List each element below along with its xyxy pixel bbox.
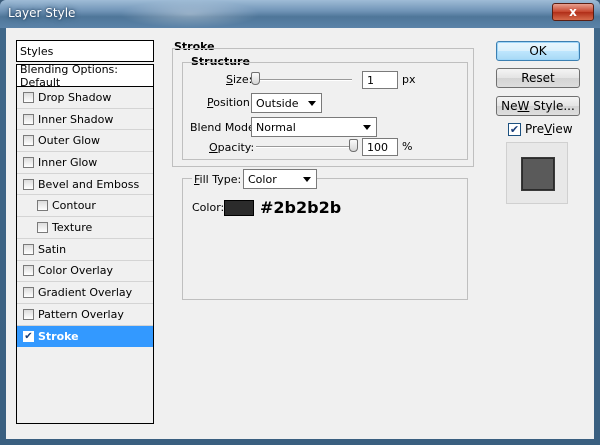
reset-button[interactable]: Reset — [496, 68, 580, 88]
style-item-label: Blending Options: Default — [20, 62, 118, 89]
style-checkbox[interactable] — [23, 287, 34, 299]
blend-mode-label: Blend Mode: — [190, 121, 259, 134]
position-label: Position: — [207, 96, 254, 109]
style-checkbox[interactable] — [23, 308, 34, 320]
style-checkbox[interactable] — [23, 265, 34, 277]
opacity-slider-track[interactable] — [256, 146, 358, 148]
style-checkbox[interactable] — [37, 200, 48, 212]
style-checkbox[interactable] — [23, 178, 34, 190]
position-select[interactable]: Outside — [251, 93, 322, 113]
style-item-label: Texture — [52, 220, 93, 234]
layer-style-window: Layer Style x Styles Blending Options: D… — [0, 0, 600, 445]
style-item-inner-glow[interactable]: Inner Glow — [17, 152, 153, 174]
size-input[interactable]: 1 — [362, 71, 398, 89]
style-item-label: Bevel and Emboss — [38, 177, 140, 191]
checkmark-icon: ✔ — [24, 330, 33, 342]
blend-mode-select[interactable]: Normal — [251, 117, 377, 137]
opacity-unit: % — [402, 140, 413, 153]
chevron-down-icon — [308, 101, 316, 106]
style-item-label: Inner Glow — [38, 155, 98, 169]
fill-type-label: Fill Type: — [192, 173, 244, 186]
size-label: Size: — [226, 73, 253, 86]
title-watermark — [120, 0, 260, 28]
opacity-input[interactable]: 100 — [362, 138, 398, 156]
size-slider-track[interactable] — [250, 79, 352, 81]
color-swatch[interactable] — [224, 200, 254, 216]
style-item-texture[interactable]: Texture — [17, 217, 153, 239]
close-icon: x — [569, 5, 577, 19]
style-item-bevel-and-emboss[interactable]: Bevel and Emboss — [17, 174, 153, 196]
opacity-label: Opacity: — [209, 141, 255, 154]
style-item-label: Stroke — [38, 329, 79, 343]
style-item-outer-glow[interactable]: Outer Glow — [17, 130, 153, 153]
style-item-gradient-overlay[interactable]: Gradient Overlay — [17, 282, 153, 304]
chevron-down-icon — [303, 177, 311, 182]
fill-type-select[interactable]: Color — [243, 169, 317, 189]
color-hex-value: #2b2b2b — [260, 198, 342, 217]
style-item-label: Contour — [52, 199, 96, 213]
style-item-pattern-overlay[interactable]: Pattern Overlay — [17, 304, 153, 326]
style-item-stroke[interactable]: ✔ Stroke — [17, 325, 153, 348]
opacity-slider-thumb[interactable] — [349, 139, 358, 152]
title-bar[interactable]: Layer Style x — [0, 0, 600, 28]
new-style-button[interactable]: NeW Style... — [496, 96, 580, 116]
color-label: Color: — [192, 201, 225, 214]
style-checkbox[interactable] — [23, 91, 34, 103]
styles-list: Blending Options: Default Drop Shadow Inne… — [16, 62, 154, 424]
style-item-drop-shadow[interactable]: Drop Shadow — [17, 87, 153, 109]
fill-type-group-box — [182, 178, 468, 300]
chevron-down-icon — [363, 125, 371, 130]
style-item-blending-options-default[interactable]: Blending Options: Default — [17, 62, 153, 89]
window-title: Layer Style — [8, 6, 76, 20]
preview-checkbox[interactable]: ✔ — [508, 122, 521, 136]
fill-type-value: Color — [248, 173, 277, 186]
style-checkbox[interactable] — [23, 156, 34, 168]
blend-mode-value: Normal — [256, 121, 296, 134]
position-value: Outside — [256, 97, 299, 110]
style-item-inner-shadow[interactable]: Inner Shadow — [17, 109, 153, 131]
style-checkbox[interactable]: ✔ — [23, 330, 34, 342]
size-slider-thumb[interactable] — [250, 72, 260, 85]
style-checkbox[interactable] — [23, 113, 34, 125]
style-item-label: Outer Glow — [38, 134, 101, 148]
style-item-label: Drop Shadow — [38, 90, 112, 104]
size-unit: px — [402, 73, 416, 86]
style-item-label: Satin — [38, 242, 67, 256]
close-button[interactable]: x — [552, 3, 594, 21]
preview-swatch — [522, 158, 554, 190]
checkmark-icon: ✔ — [509, 122, 520, 136]
preview-label: PreView — [525, 122, 573, 136]
preview-checkbox-row[interactable]: ✔ PreView — [508, 122, 573, 136]
styles-header[interactable]: Styles — [16, 40, 154, 62]
style-item-satin[interactable]: Satin — [17, 239, 153, 261]
style-item-label: Color Overlay — [38, 264, 113, 278]
style-item-label: Pattern Overlay — [38, 307, 124, 321]
style-item-label: Gradient Overlay — [38, 286, 133, 300]
ok-button[interactable]: OK — [496, 41, 580, 61]
styles-header-label: Styles — [20, 45, 54, 58]
style-item-color-overlay[interactable]: Color Overlay — [17, 261, 153, 283]
style-item-contour[interactable]: Contour — [17, 195, 153, 218]
dialog-client-area: Styles Blending Options: Default Drop Sha… — [6, 28, 594, 439]
style-checkbox[interactable] — [23, 243, 34, 255]
style-checkbox[interactable] — [37, 221, 48, 233]
preview-thumbnail — [506, 142, 568, 204]
style-item-label: Inner Shadow — [38, 112, 114, 126]
style-checkbox[interactable] — [23, 135, 34, 147]
